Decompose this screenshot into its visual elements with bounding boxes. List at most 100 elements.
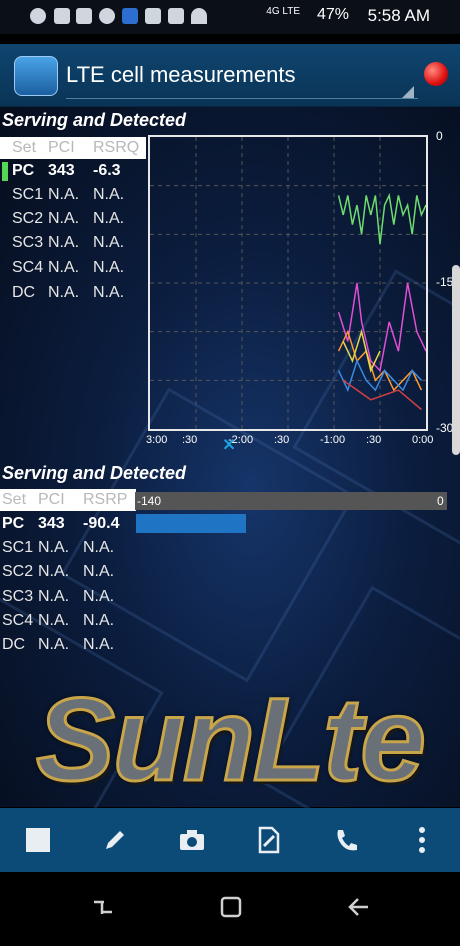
cell-set: SC4	[2, 612, 34, 629]
title-spinner-underline	[66, 98, 418, 99]
x-tick-label: :30	[366, 434, 382, 446]
col-pci: PCI	[48, 139, 75, 156]
col-rsrq: RSRQ	[93, 139, 140, 156]
chart-plot-area	[150, 137, 427, 429]
clock: 5:58 AM	[367, 6, 430, 25]
cell-value: N.A.	[83, 636, 115, 653]
cell-pci: 343	[38, 515, 65, 532]
cell-value: N.A.	[83, 539, 115, 556]
cell-pci: N.A.	[38, 612, 70, 629]
phone-icon[interactable]	[330, 824, 362, 856]
cell-pci: N.A.	[48, 284, 80, 301]
rsrq-chart[interactable]	[148, 135, 428, 431]
table-row: SC2 N.A. N.A.	[0, 563, 136, 585]
cell-value: N.A.	[93, 284, 125, 301]
cell-set: PC	[2, 515, 25, 532]
cell-pci: 343	[48, 162, 75, 179]
cell-pci: N.A.	[48, 186, 80, 203]
collapse-chevron-icon[interactable]: ⌄ ⌃	[214, 426, 244, 470]
cell-set: PC	[12, 162, 35, 179]
phone-signal-icon[interactable]	[14, 56, 58, 96]
x-tick-label: 0:00	[412, 434, 434, 446]
y-tick-label: 0	[436, 129, 443, 143]
table-row: PC 343 -6.3	[0, 162, 146, 184]
series-line	[342, 379, 422, 411]
bottom-toolbar	[0, 808, 460, 872]
rsrp-scale-bar	[135, 492, 447, 510]
cell-value: N.A.	[83, 588, 115, 605]
cell-set: SC3	[12, 234, 44, 251]
x-tick-label: :30	[274, 434, 290, 446]
col-rsrp: RSRP	[83, 491, 128, 508]
table-row: DC N.A. N.A.	[0, 636, 136, 658]
col-set: Set	[2, 491, 27, 508]
cell-value: N.A.	[93, 259, 125, 276]
scrollbar[interactable]	[452, 265, 460, 455]
y-tick-label: -30	[436, 421, 454, 435]
table-row: SC4 N.A. N.A.	[0, 612, 136, 634]
cell-set: DC	[2, 636, 26, 653]
cell-value: N.A.	[83, 612, 115, 629]
section-title-rsrq: Serving and Detected	[2, 110, 187, 130]
more-vert-icon[interactable]	[406, 824, 438, 856]
cell-pci: N.A.	[48, 210, 80, 227]
unknown-icon	[54, 8, 70, 24]
x-tick-label: -1:00	[320, 434, 346, 446]
pencil-icon[interactable]	[99, 824, 131, 856]
col-set: Set	[12, 139, 37, 156]
back-icon[interactable]	[344, 894, 374, 924]
table-header-rsrq: Set PCI RSRQ	[0, 137, 146, 159]
table-header-rsrp: Set PCI RSRP	[0, 489, 136, 511]
record-indicator-icon[interactable]	[424, 62, 448, 86]
edit-document-icon[interactable]	[253, 824, 285, 856]
rsrp-scale-max: 0	[437, 494, 444, 508]
recent-apps-icon[interactable]	[88, 894, 118, 924]
series-line	[337, 282, 427, 373]
app-a-icon	[30, 8, 46, 24]
cell-set: DC	[12, 284, 36, 301]
cell-set: SC2	[12, 210, 44, 227]
table-row: SC2 N.A. N.A.	[0, 210, 146, 232]
section-title-rsrp: Serving and Detected	[2, 463, 187, 483]
cell-value: N.A.	[93, 234, 125, 251]
cell-set: SC3	[2, 588, 34, 605]
wifi-icon	[191, 8, 207, 24]
people-icon	[99, 8, 115, 24]
play-icon	[168, 8, 184, 24]
lock-icon	[145, 8, 161, 24]
cell-set: SC2	[2, 563, 34, 580]
battery-percent: 47%	[316, 6, 349, 23]
cell-pci: N.A.	[48, 234, 80, 251]
camera-icon[interactable]	[176, 824, 208, 856]
cell-value: N.A.	[93, 210, 125, 227]
table-row: SC3 N.A. N.A.	[0, 234, 146, 256]
rsrp-scale-min: -140	[137, 494, 162, 508]
table-row: SC4 N.A. N.A.	[0, 259, 146, 281]
cell-set: SC4	[12, 259, 44, 276]
navigation-bar	[0, 872, 460, 946]
table-row: PC 343 -90.4	[0, 515, 136, 537]
table-row: SC3 N.A. N.A.	[0, 588, 136, 610]
x-tick-label: 3:00	[146, 434, 168, 446]
stop-icon[interactable]	[22, 824, 54, 856]
dropdown-corner-icon[interactable]	[402, 86, 414, 98]
image-icon	[76, 8, 92, 24]
home-icon[interactable]	[216, 894, 246, 924]
page-title[interactable]: LTE cell measurements	[66, 62, 295, 88]
cell-pci: N.A.	[38, 636, 70, 653]
cell-pci: N.A.	[48, 259, 80, 276]
rsrp-level-bar	[136, 514, 246, 533]
cell-value: -90.4	[83, 515, 120, 532]
cell-value: N.A.	[83, 563, 115, 580]
cell-pci: N.A.	[38, 563, 70, 580]
network-type: 4G LTE	[266, 6, 300, 17]
cell-set: SC1	[12, 186, 44, 203]
x-tick-label: :30	[182, 434, 198, 446]
table-row: SC1 N.A. N.A.	[0, 539, 136, 561]
cell-pci: N.A.	[38, 588, 70, 605]
table-row: DC N.A. N.A.	[0, 284, 146, 306]
cell-value: -6.3	[93, 162, 121, 179]
cell-value: N.A.	[93, 186, 125, 203]
col-pci: PCI	[38, 491, 65, 508]
status-bar: 4G LTE 47% 5:58 AM	[0, 0, 460, 34]
